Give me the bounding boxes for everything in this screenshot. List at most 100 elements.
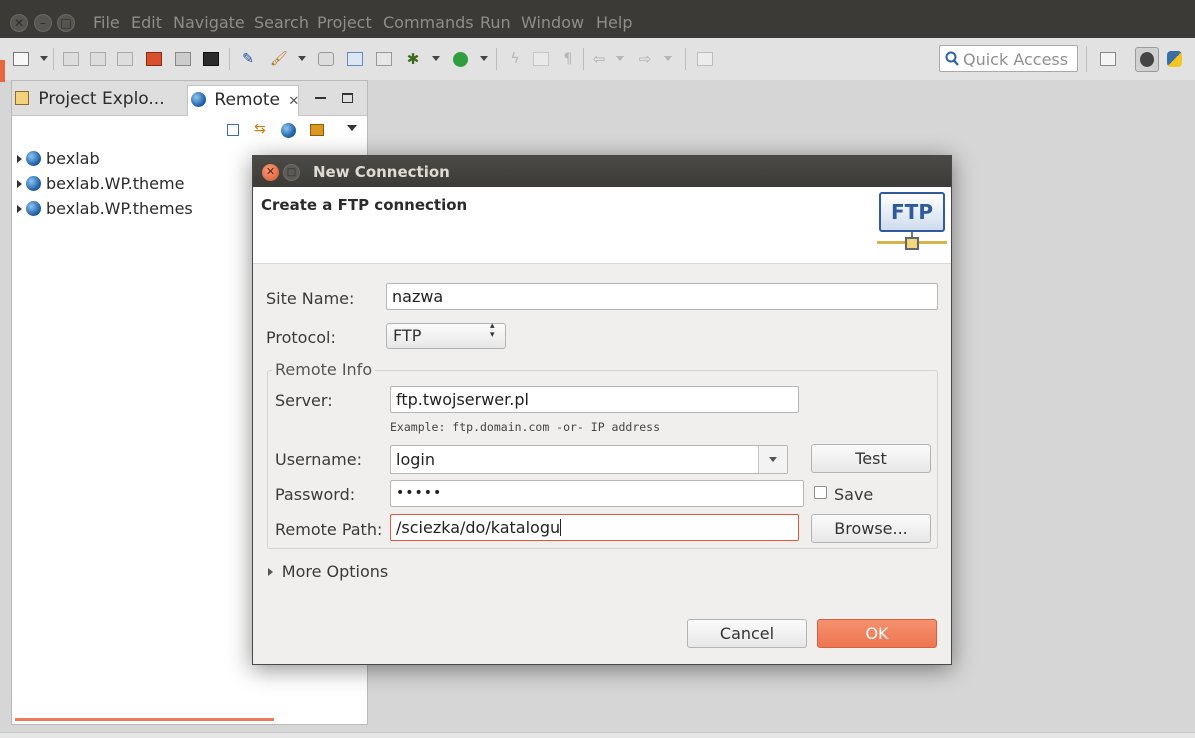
debug-icon[interactable]: ✱ [405, 52, 421, 67]
chevron-down-icon [769, 457, 777, 462]
accent-strip [0, 60, 5, 82]
forward-dropdown-arrow-icon[interactable] [664, 56, 672, 61]
brush-icon[interactable]: 🖌 [270, 52, 288, 66]
tree-item-label: bexlab.WP.theme [46, 174, 185, 193]
tab-project-explorer[interactable]: Project Explo... [15, 85, 185, 116]
copy-icon[interactable] [376, 52, 392, 66]
sync-icon[interactable] [318, 52, 334, 66]
toolbar-separator [1086, 46, 1087, 72]
server-input[interactable]: ftp.twojserwer.pl [390, 386, 799, 413]
globe-icon [26, 201, 41, 216]
globe-icon [26, 176, 41, 191]
tree-item[interactable]: bexlab.WP.theme [17, 174, 184, 194]
dialog-close-button[interactable]: ✕ [262, 164, 279, 181]
image-icon[interactable] [175, 52, 191, 66]
run-dropdown-arrow-icon[interactable] [480, 56, 488, 61]
menu-commands[interactable]: Commands [383, 13, 474, 32]
quick-access-placeholder: Quick Access [963, 50, 1069, 69]
pin-editor-icon[interactable] [697, 52, 713, 66]
dialog-titlebar: ✕ □ New Connection [253, 156, 951, 187]
print-icon[interactable] [117, 52, 133, 66]
username-dropdown-button[interactable] [758, 446, 787, 473]
minimize-view-icon[interactable] [315, 97, 326, 99]
close-tab-icon[interactable]: ✕ [288, 94, 299, 109]
link-with-editor-icon[interactable]: ⇆ [254, 122, 268, 136]
close-window-button[interactable]: ✕ [10, 14, 28, 32]
save-icon[interactable] [63, 52, 79, 66]
menu-project[interactable]: Project [317, 13, 372, 32]
globe-icon [191, 92, 206, 107]
dialog-header: Create a FTP connection FTP [253, 187, 951, 264]
server-label: Server: [275, 391, 333, 410]
python-perspective-icon[interactable] [1167, 51, 1182, 67]
more-options-toggle[interactable]: More Options [268, 562, 388, 581]
deploy-icon[interactable] [347, 52, 363, 66]
site-name-input[interactable]: nazwa [386, 283, 938, 310]
browse-button[interactable]: Browse... [811, 514, 931, 543]
dialog-maximize-button[interactable]: □ [283, 164, 300, 181]
expand-icon [268, 568, 273, 576]
folder-icon [15, 91, 29, 105]
password-input[interactable]: ••••• [390, 480, 804, 507]
dialog-heading: Create a FTP connection [261, 196, 468, 214]
view-menu-icon[interactable] [347, 125, 357, 131]
maximize-view-icon[interactable] [342, 93, 353, 103]
ok-button[interactable]: OK [817, 619, 937, 648]
toolbar-separator [685, 48, 686, 70]
toolbar-separator [583, 48, 584, 70]
new-icon[interactable] [13, 52, 29, 66]
forward-icon[interactable]: ⇨ [637, 52, 653, 67]
more-options-label: More Options [281, 562, 389, 581]
brush-dropdown-arrow-icon[interactable] [298, 56, 306, 61]
save-password-checkbox[interactable] [814, 486, 827, 499]
tree-item[interactable]: bexlab [17, 149, 100, 169]
cancel-button[interactable]: Cancel [687, 619, 807, 648]
toolbar-separator [496, 48, 497, 70]
menu-file[interactable]: File [93, 13, 120, 32]
text-cursor [560, 519, 562, 536]
new-dropdown-arrow-icon[interactable] [40, 56, 48, 61]
menu-edit[interactable]: Edit [131, 13, 162, 32]
username-label: Username: [275, 450, 362, 469]
username-value: login [396, 450, 435, 469]
debug-dropdown-arrow-icon[interactable] [432, 56, 440, 61]
open-perspective-icon[interactable] [1100, 52, 1116, 66]
remote-path-label: Remote Path: [275, 520, 383, 539]
remote-path-input[interactable]: /sciezka/do/katalogu [390, 514, 799, 541]
pilcrow-icon[interactable]: ¶ [560, 52, 576, 66]
web-perspective-button[interactable] [1135, 47, 1159, 72]
new-connection-icon[interactable] [281, 123, 296, 138]
run-icon[interactable] [453, 52, 468, 67]
username-combo[interactable]: login [390, 445, 788, 474]
tree-item[interactable]: bexlab.WP.themes [17, 199, 193, 219]
back-icon[interactable]: ⇦ [591, 52, 607, 67]
expand-icon[interactable] [17, 180, 22, 188]
bolt-icon[interactable]: ϟ [507, 52, 523, 66]
expand-icon[interactable] [17, 205, 22, 213]
menu-navigate[interactable]: Navigate [173, 13, 245, 32]
block-icon[interactable] [533, 52, 549, 66]
test-button[interactable]: Test [811, 444, 931, 473]
protocol-select[interactable]: FTP ▴ ▾ [386, 322, 506, 349]
maximize-window-button[interactable]: □ [57, 14, 75, 32]
menu-search[interactable]: Search [254, 13, 309, 32]
expand-icon[interactable] [17, 155, 22, 163]
back-dropdown-arrow-icon[interactable] [616, 56, 624, 61]
ftp-logo-plug [905, 237, 919, 250]
remote-info-label: Remote Info [272, 360, 376, 379]
menu-window[interactable]: Window [521, 13, 584, 32]
menu-help[interactable]: Help [596, 13, 632, 32]
menu-run[interactable]: Run [480, 13, 511, 32]
collapse-all-icon[interactable] [227, 124, 239, 136]
dialog-title: New Connection [313, 163, 450, 181]
minimize-window-button[interactable]: – [34, 14, 52, 32]
tab-remote[interactable]: Remote ✕ [187, 85, 299, 116]
pin-icon[interactable]: ✎ [240, 52, 256, 66]
home-icon[interactable] [146, 52, 162, 66]
import-icon[interactable] [310, 124, 324, 136]
terminal-icon[interactable] [203, 52, 219, 66]
quick-access-field[interactable]: Quick Access [939, 45, 1078, 72]
globe-icon [26, 151, 41, 166]
ftp-logo-text: FTP [879, 192, 945, 232]
save-all-icon[interactable] [90, 52, 106, 66]
